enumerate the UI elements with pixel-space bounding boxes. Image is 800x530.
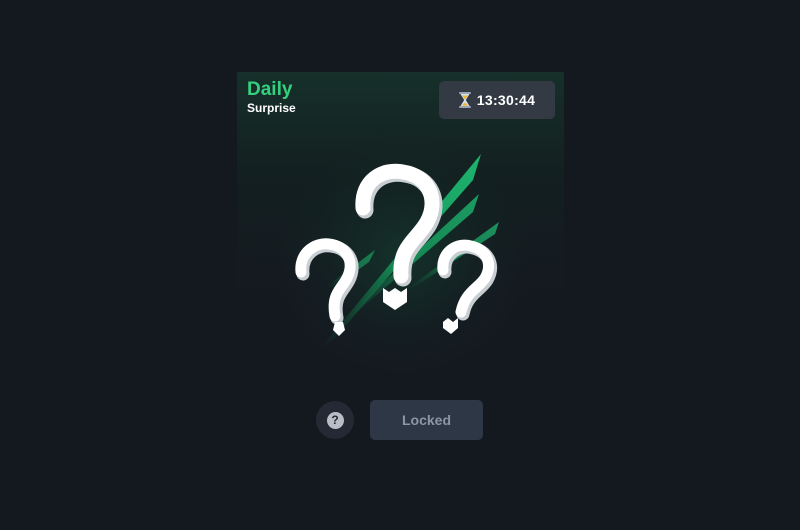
locked-button[interactable]: Locked — [370, 400, 483, 440]
question-mark-right — [437, 239, 497, 334]
daily-surprise-screen: Daily Surprise 13:30:44 ? Locked — [0, 0, 800, 530]
daily-surprise-card: Daily Surprise 13:30:44 — [237, 72, 564, 372]
countdown-timer: 13:30:44 — [439, 81, 555, 119]
question-circle-icon: ? — [326, 411, 344, 429]
card-controls: ? Locked — [316, 400, 483, 440]
hourglass-icon — [458, 92, 471, 108]
help-button[interactable]: ? — [316, 401, 354, 439]
card-title: Daily — [247, 79, 293, 100]
card-title-block: Daily Surprise — [247, 80, 296, 116]
card-subtitle: Surprise — [247, 101, 296, 115]
timer-value: 13:30:44 — [476, 92, 536, 108]
